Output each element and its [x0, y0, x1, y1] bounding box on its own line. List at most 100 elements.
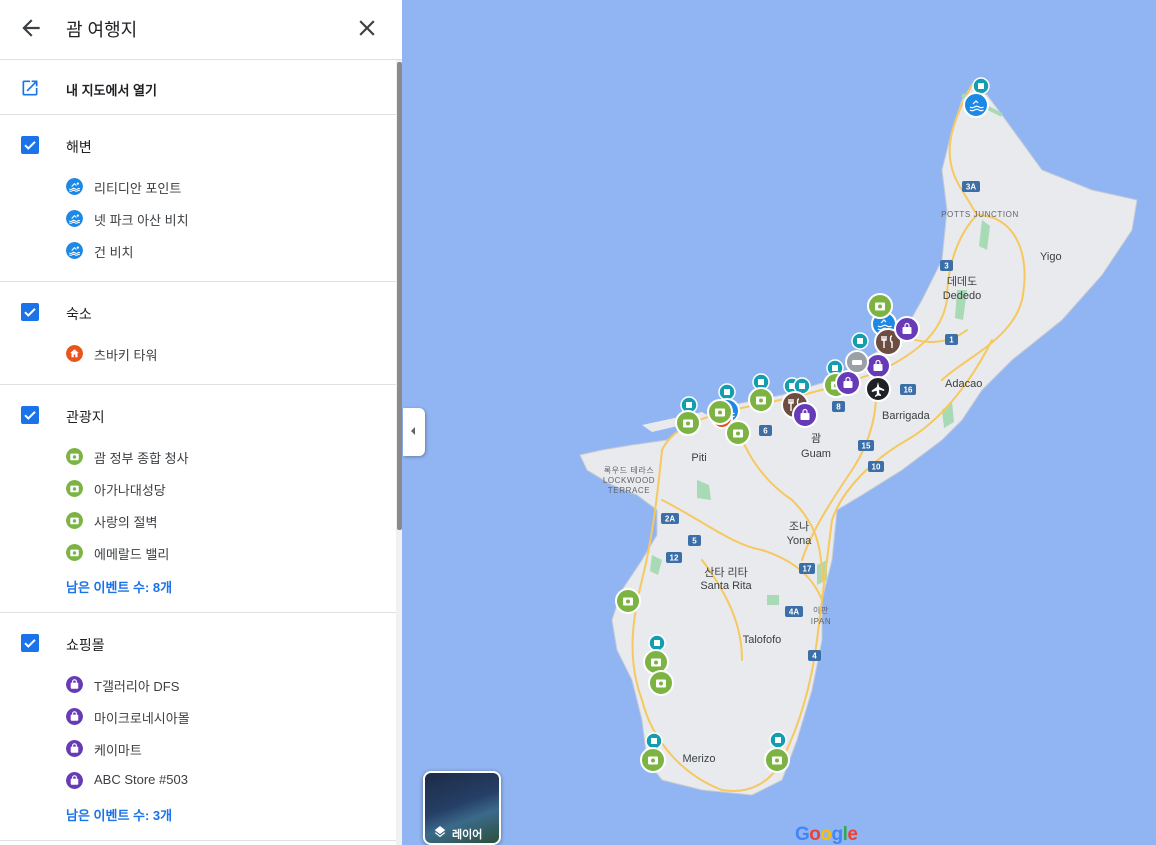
list-item-label: T갤러리아 DFS [94, 679, 180, 694]
place-label: Yigo [1040, 251, 1062, 263]
swimming-icon [66, 178, 83, 195]
shop-marker [792, 402, 818, 428]
swimming-icon [66, 242, 83, 259]
svg-text:1: 1 [949, 336, 954, 345]
layers-label: 레이어 [452, 829, 483, 841]
svg-text:6: 6 [763, 427, 768, 436]
more-items-link[interactable]: 남은 이벤트 수: 3개 [66, 805, 402, 824]
layers-icon [434, 826, 446, 838]
airport-marker [865, 376, 891, 402]
pin-marker [718, 383, 736, 401]
close-button[interactable] [354, 15, 380, 41]
list-item-label: 아가나대성당 [94, 483, 166, 498]
side-panel: 괌 여행지 내 지도에서 열기 해변 리티디안 포인트 넷 파크 아산 비치 건… [0, 0, 402, 845]
svg-text:3A: 3A [966, 183, 976, 192]
sight-marker [640, 747, 666, 773]
list-item[interactable]: 에메랄드 밸리 [0, 537, 402, 569]
route-shield: 4 [808, 650, 821, 661]
list-item[interactable]: 리티디안 포인트 [0, 171, 402, 203]
close-icon [359, 20, 375, 36]
svg-text:12: 12 [670, 554, 679, 563]
shopping-bag-icon [66, 740, 83, 757]
route-shield: 17 [799, 563, 815, 574]
list-item[interactable]: 케이마트 [0, 733, 402, 765]
section-title: 해변 [66, 139, 92, 155]
beach-marker [963, 92, 989, 118]
collapse-panel-button[interactable] [403, 408, 425, 456]
map-graphic[interactable]: 3A 3 1 16 8 6 15 10 2A 5 12 17 4A 4 Yigo… [402, 0, 1156, 845]
google-logo: Google [795, 824, 858, 845]
back-button[interactable] [18, 15, 44, 41]
route-shield: 4A [785, 606, 803, 617]
route-shield: 12 [666, 552, 682, 563]
camera-icon [66, 544, 83, 561]
list-item[interactable]: 괌 정부 종합 청사 [0, 441, 402, 473]
logo-letter: e [847, 824, 858, 845]
svg-text:15: 15 [862, 442, 871, 451]
svg-text:3: 3 [944, 262, 949, 271]
svg-text:2A: 2A [665, 515, 675, 524]
section-lodging: 숙소 츠바키 타워 [0, 282, 402, 385]
check-icon [24, 639, 36, 648]
section-title: 관광지 [66, 409, 105, 425]
route-shield: 2A [661, 513, 679, 524]
logo-letter: g [831, 824, 844, 845]
attractions-checkbox[interactable] [21, 406, 39, 424]
check-icon [24, 141, 36, 150]
list-item-label: 츠바키 타워 [94, 348, 158, 363]
list-item[interactable]: T갤러리아 DFS [0, 669, 402, 701]
svg-text:4: 4 [812, 652, 817, 661]
shopping-checkbox[interactable] [21, 634, 39, 652]
sight-marker [643, 649, 669, 675]
more-items-link[interactable]: 남은 이벤트 수: 8개 [66, 577, 402, 596]
camera-icon [66, 448, 83, 465]
map-canvas[interactable]: 3A 3 1 16 8 6 15 10 2A 5 12 17 4A 4 Yigo… [402, 0, 1156, 845]
svg-text:17: 17 [803, 565, 812, 574]
list-item[interactable]: 넷 파크 아산 비치 [0, 203, 402, 235]
place-label: Yona [787, 535, 813, 547]
place-label: Guam [801, 448, 831, 460]
lodging-checkbox[interactable] [21, 303, 39, 321]
list-item[interactable]: 츠바키 타워 [0, 338, 402, 370]
route-shield: 3 [940, 260, 953, 271]
section-title: 숙소 [66, 306, 92, 322]
place-label: Talofofo [743, 634, 782, 646]
place-label: Adacao [945, 378, 982, 390]
sight-marker [725, 420, 751, 446]
shop-marker [865, 353, 891, 379]
open-in-my-maps-label: 내 지도에서 열기 [66, 83, 157, 98]
place-label: LOCKWOOD [603, 476, 655, 485]
sight-marker [648, 670, 674, 696]
pin-marker [851, 332, 869, 350]
place-label: Barrigada [882, 410, 931, 422]
list-item[interactable]: 사랑의 절벽 [0, 505, 402, 537]
place-label: POTTS JUNCTION [941, 210, 1019, 219]
logo-letter: o [820, 824, 832, 845]
section-title: 쇼핑몰 [66, 637, 105, 653]
list-item[interactable]: 건 비치 [0, 235, 402, 267]
layers-button[interactable]: 레이어 [423, 771, 501, 845]
route-shield: 8 [832, 401, 845, 412]
route-shield: 5 [688, 535, 701, 546]
open-in-my-maps-link[interactable]: 내 지도에서 열기 [0, 60, 402, 115]
list-item[interactable]: 마이크로네시아몰 [0, 701, 402, 733]
place-label: 이판 [813, 605, 829, 615]
place-label: 조나 [789, 520, 809, 533]
route-shield: 1 [945, 334, 958, 345]
shop-marker [835, 370, 861, 396]
list-item[interactable]: 아가나대성당 [0, 473, 402, 505]
place-label: 괌 [811, 432, 821, 445]
place-label: IPAN [811, 617, 831, 626]
svg-text:5: 5 [692, 537, 697, 546]
list-item-label: ABC Store #503 [94, 772, 188, 787]
list-item-label: 에메랄드 밸리 [94, 547, 170, 562]
shopping-bag-icon [66, 772, 83, 789]
section-beaches: 해변 리티디안 포인트 넷 파크 아산 비치 건 비치 [0, 115, 402, 282]
beaches-checkbox[interactable] [21, 136, 39, 154]
check-icon [24, 411, 36, 420]
sight-marker [748, 387, 774, 413]
svg-text:10: 10 [872, 463, 881, 472]
shopping-bag-icon [66, 676, 83, 693]
place-label: 록우드 테라스 [604, 466, 655, 475]
list-item[interactable]: ABC Store #503 [0, 765, 402, 797]
